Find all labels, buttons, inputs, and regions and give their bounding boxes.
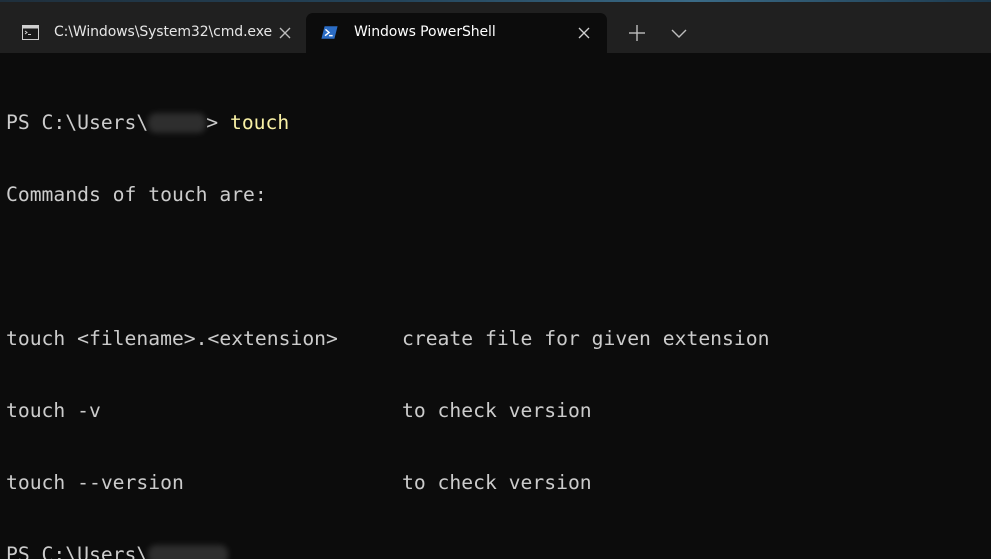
plus-icon[interactable] (626, 22, 648, 44)
command-syntax: touch <filename>.<extension> (6, 327, 338, 350)
prompt-line: PS C:\Users\ > touch (6, 111, 986, 135)
chevron-down-icon[interactable] (668, 22, 690, 44)
command-syntax: touch -v (6, 399, 101, 422)
entered-command: touch (229, 111, 290, 134)
prompt-line: PS C:\Users\ (6, 543, 986, 559)
output-row: touch <filename>.<extension> create file … (6, 327, 986, 351)
tab-powershell[interactable]: Windows PowerShell (306, 13, 607, 53)
prompt-suffix: > (206, 111, 230, 134)
output-row: touch -v to check version (6, 399, 986, 423)
tab-bar: C:\Windows\System32\cmd.exe Windows Powe… (0, 0, 991, 53)
titlebar-accent (0, 0, 991, 2)
output-intro: Commands of touch are: (6, 183, 267, 206)
powershell-icon (321, 26, 338, 39)
command-description: create file for given extension (402, 327, 770, 350)
close-icon[interactable] (278, 26, 292, 40)
tab-cmd-title: C:\Windows\System32\cmd.exe (54, 24, 272, 40)
prompt-path: PS C:\Users\ (6, 543, 149, 559)
terminal-output[interactable]: PS C:\Users\ > touch Commands of touch ar… (6, 63, 986, 559)
tab-powershell-title: Windows PowerShell (354, 24, 496, 40)
command-syntax: touch --version (6, 471, 184, 494)
tab-cmd[interactable]: C:\Windows\System32\cmd.exe (6, 13, 304, 53)
output-row: touch --version to check version (6, 471, 986, 495)
terminal-window: C:\Windows\System32\cmd.exe Windows Powe… (0, 0, 991, 559)
prompt-path: PS C:\Users\ (6, 111, 149, 134)
redacted-username (148, 113, 207, 133)
redacted-username (148, 545, 229, 559)
command-description: to check version (402, 471, 592, 494)
cmd-icon (22, 25, 39, 40)
command-description: to check version (402, 399, 592, 422)
close-icon[interactable] (577, 26, 591, 40)
